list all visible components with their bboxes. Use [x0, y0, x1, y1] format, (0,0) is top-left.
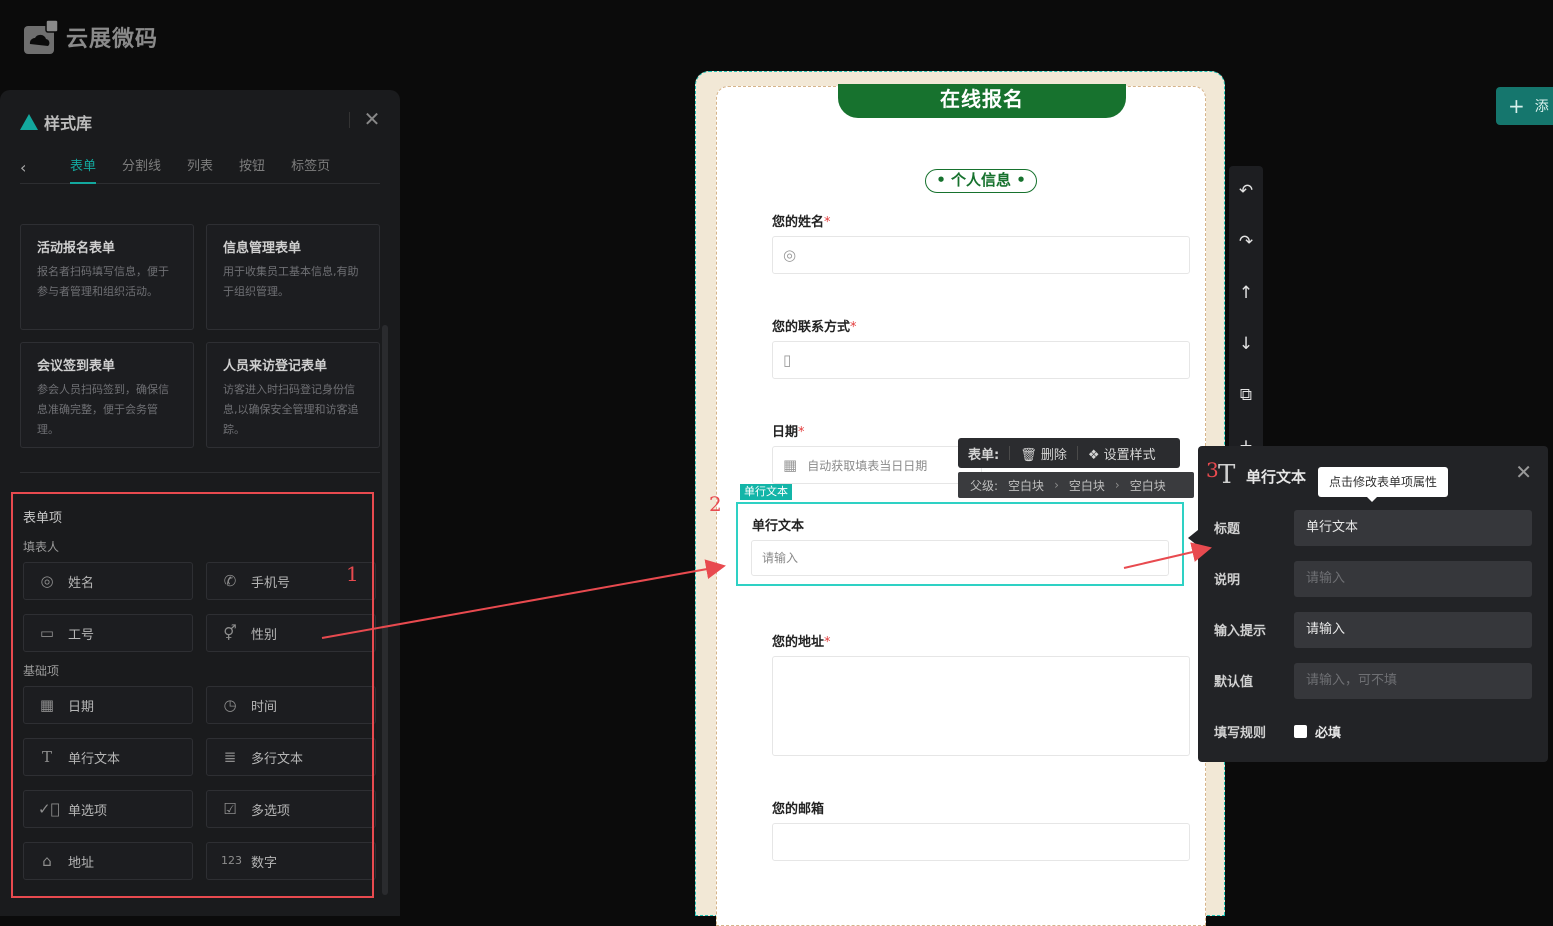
template-desc: 访客进入时扫码登记身份信息,以确保安全管理和访客追踪。: [223, 383, 359, 436]
description-input[interactable]: 请输入: [1294, 561, 1532, 597]
chevron-right-icon: ›: [1114, 478, 1120, 492]
single-text-input[interactable]: 请输入: [751, 540, 1169, 576]
address-textarea[interactable]: [772, 656, 1190, 756]
field-label-email: 您的邮箱: [772, 802, 825, 817]
annotation-number-2: 2: [709, 492, 722, 516]
redo-icon[interactable]: ↷: [1229, 227, 1263, 257]
divider: [349, 112, 350, 128]
plus-icon: +: [1508, 94, 1525, 118]
template-title: 信息管理表单: [223, 241, 302, 256]
template-card[interactable]: 活动报名表单 报名者扫码填写信息，便于参与者管理和组织活动。: [20, 224, 194, 330]
tooltip-arrow: [1366, 496, 1378, 502]
breadcrumb-item[interactable]: 空白块: [1069, 477, 1105, 494]
chevron-left-icon[interactable]: ‹: [20, 158, 44, 177]
person-circle-icon: ◎: [783, 246, 797, 264]
component-toolbar: 表单: 🗑 删除 ❖ 设置样式: [958, 438, 1180, 468]
field-label-date: 日期*: [772, 425, 805, 440]
parent-label: 父级:: [970, 478, 999, 493]
panel-title: 样式库: [20, 110, 92, 134]
tooltip: 点击修改表单项属性: [1318, 467, 1448, 497]
template-desc: 报名者扫码填写信息，便于参与者管理和组织活动。: [37, 265, 169, 298]
triangle-logo-icon: [20, 114, 38, 130]
style-label: 设置样式: [1103, 447, 1156, 463]
template-title: 人员来访登记表单: [223, 359, 328, 374]
move-down-icon[interactable]: ↓: [1229, 329, 1263, 359]
calendar-icon: ▦: [783, 456, 798, 474]
chevron-right-icon: ›: [1054, 478, 1059, 492]
template-title: 活动报名表单: [37, 241, 116, 256]
annotation-number-3: 3: [1206, 458, 1219, 482]
delete-button[interactable]: 🗑 删除: [1020, 444, 1067, 463]
selected-component-tag: 单行文本: [740, 484, 792, 500]
property-panel-title: 单行文本: [1246, 468, 1307, 486]
prop-label-default: 默认值: [1214, 675, 1254, 690]
mobile-icon: ▯: [783, 351, 792, 369]
template-desc: 用于收集员工基本信息,有助于组织管理。: [223, 265, 359, 298]
prop-label-title: 标题: [1214, 522, 1241, 537]
tab-divider[interactable]: 分割线: [122, 152, 161, 184]
title-input[interactable]: 单行文本: [1294, 510, 1532, 546]
tab-list[interactable]: 列表: [187, 152, 213, 184]
tab-button[interactable]: 按钮: [239, 152, 265, 184]
trash-icon: 🗑: [1020, 447, 1037, 463]
name-input[interactable]: ◎: [772, 236, 1190, 274]
email-input[interactable]: [772, 823, 1190, 861]
prop-label-rule: 填写规则: [1214, 726, 1267, 741]
style-icon: ❖: [1087, 447, 1100, 463]
section-title[interactable]: • 个人信息 •: [925, 169, 1037, 193]
annotation-number-1: 1: [346, 562, 359, 586]
add-button-label: 添: [1534, 99, 1549, 115]
close-icon[interactable]: ✕: [362, 109, 382, 130]
toolbar-form-label: 表单:: [968, 447, 1000, 463]
brand-name: 云展微码: [66, 27, 159, 52]
annotation-highlight-box: [11, 492, 374, 898]
field-label-contact: 您的联系方式*: [772, 320, 857, 335]
field-label-name: 您的姓名*: [772, 215, 831, 230]
required-label: 必填: [1315, 726, 1342, 741]
divider: [1076, 446, 1078, 460]
tab-form[interactable]: 表单: [70, 152, 97, 184]
date-placeholder: 自动获取填表当日日期: [807, 458, 928, 473]
template-title: 会议签到表单: [37, 359, 116, 374]
close-icon[interactable]: ✕: [1515, 460, 1532, 484]
date-input[interactable]: ▦ 自动获取填表当日日期: [772, 446, 982, 484]
selected-single-text-field[interactable]: 单行文本 请输入: [736, 502, 1184, 586]
add-button[interactable]: + 添: [1496, 87, 1553, 125]
template-card[interactable]: 人员来访登记表单 访客进入时扫码登记身份信息,以确保安全管理和访客追踪。: [206, 342, 380, 448]
breadcrumb-item[interactable]: 空白块: [1130, 477, 1166, 494]
set-style-button[interactable]: ❖ 设置样式: [1088, 444, 1156, 463]
divider: [20, 472, 380, 473]
checkbox-box[interactable]: [1294, 725, 1307, 738]
placeholder-input[interactable]: 请输入: [1294, 612, 1532, 648]
copy-icon[interactable]: ⧉: [1229, 380, 1263, 410]
field-label-single-text: 单行文本: [752, 519, 805, 534]
undo-icon[interactable]: ↶: [1229, 176, 1263, 206]
scrollbar[interactable]: [382, 325, 388, 895]
divider: [1009, 446, 1011, 460]
parent-breadcrumb: 父级: 空白块 › 空白块 › 空白块: [958, 472, 1194, 498]
default-value-input[interactable]: 请输入，可不填: [1294, 663, 1532, 699]
required-checkbox[interactable]: 必填: [1294, 722, 1341, 741]
panel-title-text: 样式库: [44, 114, 93, 133]
text-t-icon: T: [1218, 460, 1236, 490]
breadcrumb-item[interactable]: 空白块: [1008, 477, 1044, 494]
template-card[interactable]: 会议签到表单 参会人员扫码签到，确保信息准确完整，便于会务管理。: [20, 342, 194, 448]
panel-pointer: [1188, 530, 1198, 546]
tab-bar: ‹ 表单 分割线 列表 按钮 标签页: [20, 152, 380, 184]
template-desc: 参会人员扫码签到，确保信息准确完整，便于会务管理。: [37, 383, 169, 436]
cloud-logo-icon: [22, 18, 60, 56]
side-toolbar: ↶ ↷ ↑ ↓ ⧉ +: [1229, 166, 1263, 456]
tab-tabs[interactable]: 标签页: [291, 152, 330, 184]
delete-label: 删除: [1040, 447, 1067, 463]
app-logo: 云展微码: [22, 18, 158, 56]
move-up-icon[interactable]: ↑: [1229, 278, 1263, 308]
prop-label-desc: 说明: [1214, 573, 1241, 588]
field-label-address: 您的地址*: [772, 635, 831, 650]
prop-label-hint: 输入提示: [1214, 624, 1267, 639]
contact-input[interactable]: ▯: [772, 341, 1190, 379]
form-banner[interactable]: 在线报名: [838, 84, 1126, 118]
template-card[interactable]: 信息管理表单 用于收集员工基本信息,有助于组织管理。: [206, 224, 380, 330]
